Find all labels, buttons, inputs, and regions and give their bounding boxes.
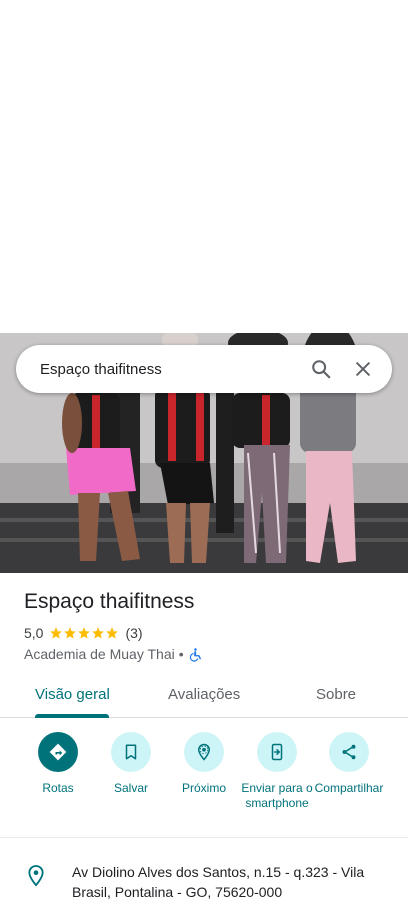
place-category: Academia de Muay Thai [24,646,175,662]
nearby-button[interactable]: Próximo [166,732,242,796]
close-icon[interactable] [348,354,378,384]
star-icon [50,627,63,639]
star-icon [78,627,91,639]
send-to-phone-icon [257,732,297,772]
wheelchair-accessible-icon [188,647,203,662]
tab-overview[interactable]: Visão geral [35,686,110,703]
directions-label: Rotas [42,781,74,795]
bookmark-icon [111,732,151,772]
nearby-label: Próximo [181,781,226,795]
category-row: Academia de Muay Thai • [24,646,203,662]
place-title: Espaço thaifitness [24,590,195,613]
star-icon [92,627,105,639]
share-icon [329,732,369,772]
tab-reviews[interactable]: Avaliações [168,686,240,703]
share-label: Compartilhar [314,781,384,795]
action-row: Rotas Salvar Próximo Enviar para o smart… [0,730,408,838]
search-input[interactable]: Espaço thaifitness [40,361,294,378]
share-button[interactable]: Compartilhar [311,732,387,796]
rating-row[interactable]: 5,0 (3) [24,625,143,641]
send-to-phone-button[interactable]: Enviar para o smartphone [239,732,315,811]
rating-stars [49,626,119,640]
star-icon [106,627,119,639]
nearby-icon [184,732,224,772]
save-label: Salvar [113,781,148,795]
search-icon[interactable] [306,354,336,384]
star-icon [64,627,77,639]
directions-button[interactable]: Rotas [20,732,96,796]
separator-dot: • [178,646,184,662]
tab-bar: Visão geral Avaliações Sobre [0,672,408,718]
rating-value: 5,0 [24,625,44,641]
tab-about[interactable]: Sobre [316,686,356,703]
send-to-phone-label: Enviar para o smartphone [241,781,313,810]
location-pin-icon [26,864,46,893]
directions-icon [38,732,78,772]
active-tab-indicator [35,714,109,718]
search-bar[interactable]: Espaço thaifitness [16,345,392,393]
review-count[interactable]: (3) [125,625,142,641]
map-blank-area [0,0,408,333]
save-button[interactable]: Salvar [93,732,169,796]
address-text: Av Diolino Alves dos Santos, n.15 - q.32… [72,864,365,900]
